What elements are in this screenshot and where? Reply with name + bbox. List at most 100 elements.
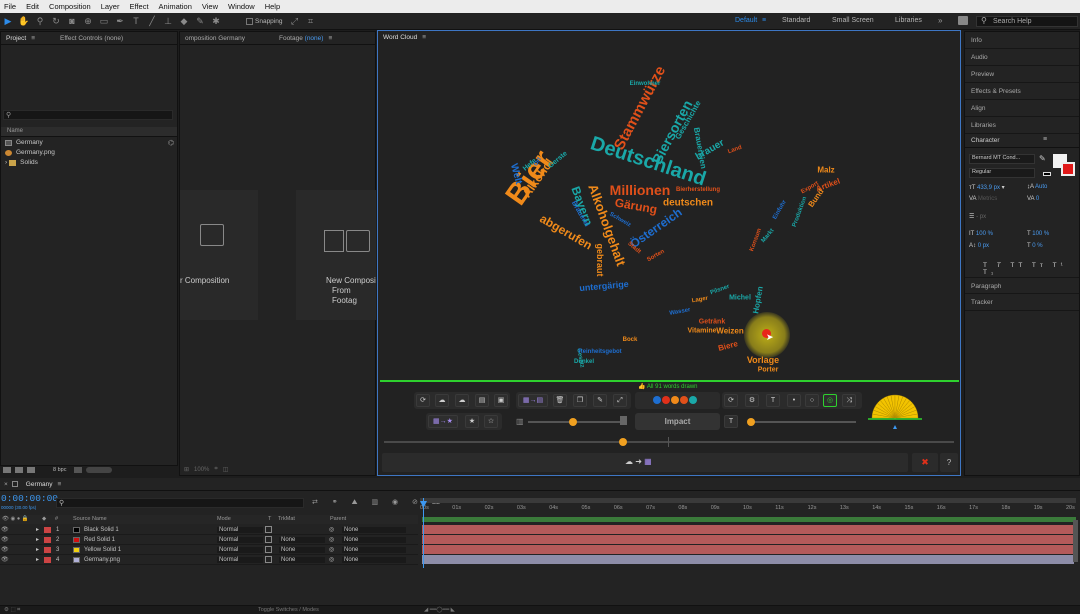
menu-composition[interactable]: Composition [45,2,97,11]
layer-duration-bar[interactable] [422,535,1074,544]
new-folder-icon[interactable] [15,466,23,473]
eraser-tool-icon[interactable]: ◆ [178,15,190,27]
leading-row[interactable]: ↨A Auto [1027,184,1047,190]
cloud-word[interactable]: untergärige [579,279,629,293]
list-item[interactable]: Germany [1,138,177,148]
mode-select[interactable]: Normal [217,536,263,543]
stroke-width-row[interactable]: ☰ - px [969,213,986,220]
cloud-word[interactable]: Bierherstellung [676,187,720,193]
tab-project[interactable]: Project [1,35,31,42]
star-filled-icon[interactable]: ★ [465,415,479,428]
palette-color-dot[interactable] [680,396,688,404]
workspace-switch-icon[interactable] [958,16,968,25]
tsume-row[interactable]: T 0 % [1027,243,1043,249]
pen-tool-icon[interactable]: ✒ [114,15,126,27]
help-icon[interactable]: ? [940,453,958,472]
cloud-word[interactable]: Vitamine [687,328,716,335]
region-icon[interactable]: ⊞ [184,466,189,473]
cloud-word[interactable]: Bock [623,337,638,343]
dot-small-icon[interactable]: • [787,394,801,407]
new-composition-button[interactable]: r Composition [180,190,258,320]
eye-icon[interactable]: 👁 [1,526,9,533]
palette-color-dot[interactable] [689,396,697,404]
angle-pointer[interactable] [893,425,897,429]
close-tab-icon[interactable]: × [0,481,12,488]
layer-row[interactable]: 👁 ▸ 3 Yellow Solid 1 Normal None ◎ None [0,545,418,555]
panel-info[interactable]: Info [965,32,1079,49]
delete-icon[interactable] [74,466,83,473]
panel-libraries[interactable]: Libraries [965,117,1079,134]
font-size-row[interactable]: ᴛT 433,9 px ▾ [969,184,1005,191]
eye-icon[interactable]: 👁 [1,536,9,543]
circle-icon[interactable]: ○ [805,394,819,407]
cloud-word[interactable]: Hopfen [751,286,765,315]
cloud-upload-icon[interactable]: ☁ [455,394,469,407]
circle-shape-active-icon[interactable]: ◎ [823,394,837,407]
workspace-overflow-icon[interactable]: » [938,16,942,25]
cloud-download-icon[interactable]: ☁ [435,394,449,407]
delete-icon[interactable]: 🗑 [553,394,567,407]
menu-layer[interactable]: Layer [97,2,126,11]
mode-header[interactable]: Mode [217,516,231,522]
layer-row[interactable]: 👁 ▸ 4 Germany.png Normal None ◎ None [0,555,418,565]
mode-select[interactable]: Normal [217,526,263,533]
swap-colors-icon[interactable] [1043,172,1051,176]
list-item[interactable]: Germany.png [1,148,177,158]
cloud-word[interactable]: Dunkel [574,359,594,365]
hand-tool-icon[interactable]: ✋ [18,15,30,27]
density-slider[interactable] [384,441,954,443]
mode-select[interactable]: Normal [217,556,263,563]
layer-to-favorite-icon[interactable]: ▦→★ [428,415,458,428]
zoom-slider[interactable]: ◢ ━━◯━━ ◣ [424,607,455,613]
cloud-word[interactable]: Land [727,145,743,156]
project-zoom-slider[interactable] [86,466,113,473]
workspace-small-screen[interactable]: Small Screen [832,17,874,24]
layer-row[interactable]: 👁 ▸ 1 Black Solid 1 Normal ◎ None [0,525,418,535]
new-composition-from-footage-button[interactable]: New Composi From Footag [296,190,376,320]
clone-stamp-tool-icon[interactable]: ⊥ [162,15,174,27]
project-search-input[interactable]: ⚲ [3,110,173,120]
image-icon[interactable]: ▣ [494,394,508,407]
parent-select[interactable]: None [342,546,406,553]
pickwhip-icon[interactable]: ◎ [329,526,334,533]
cloud-word[interactable]: Pilsner [710,284,731,296]
chevron-right-icon[interactable]: › [5,158,7,168]
refresh-icon[interactable]: ⟳ [416,394,430,407]
type-tool-icon[interactable]: T [130,15,142,27]
chevron-right-icon[interactable]: ▸ [36,526,39,533]
preserve-transparency-checkbox[interactable] [265,526,272,533]
slider-thumb[interactable] [569,418,577,426]
settings-icon[interactable]: ⚙ [745,394,759,407]
character-menu-icon[interactable]: ≡ [1043,136,1047,143]
copy-icon[interactable]: ❐ [573,394,587,407]
camera-tool-icon[interactable]: ◙ [66,15,78,27]
label-color[interactable] [44,527,51,533]
eye-icon[interactable]: 👁 [1,556,9,563]
slider-thumb[interactable] [619,438,627,446]
snap-options-icon[interactable]: ⌗ [304,15,316,27]
menu-window[interactable]: Window [224,2,261,11]
cloud-word[interactable]: Malz [817,166,834,175]
pan-behind-tool-icon[interactable]: ⊕ [82,15,94,27]
palette-color-dot[interactable] [671,396,679,404]
cloud-word[interactable]: Markt [761,228,776,244]
text-tool-icon[interactable]: T [766,394,780,407]
parent-select[interactable]: None [342,526,406,533]
text-style-buttons[interactable]: T T TT Tт T¹ T₁ [983,262,1079,276]
font-scale-slider[interactable] [750,421,856,423]
brush-tool-icon[interactable]: ╱ [146,15,158,27]
cloud-word[interactable]: Einwohner [630,81,661,87]
pickwhip-icon[interactable]: ◎ [329,536,334,543]
menu-file[interactable]: File [0,2,22,11]
cloud-word[interactable]: gebraut [595,243,605,276]
bit-depth-label[interactable]: 8 bpc [53,467,66,473]
baseline-shift-row[interactable]: A↕ 0 px [969,243,989,249]
tab-footage[interactable]: Footage (none) [274,35,328,42]
workspace-libraries[interactable]: Libraries [895,17,922,24]
palette-color-dot[interactable] [662,396,670,404]
time-ruler[interactable]: 00s 01s 02s 03s 04s 05s 06s 07s 08s 09s 10s 11s 12s 1… [420,503,1076,515]
timeline-menu-icon[interactable]: ≡ [58,481,62,488]
cloud-word[interactable]: Getränk [699,319,725,326]
eyedropper-icon[interactable]: ✎ [1039,154,1046,163]
menu-edit[interactable]: Edit [22,2,45,11]
